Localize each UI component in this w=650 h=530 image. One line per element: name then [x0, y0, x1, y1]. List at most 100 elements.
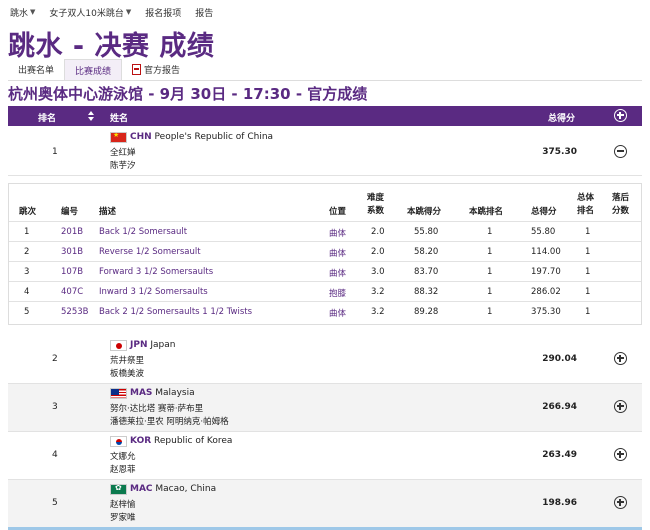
team-country: JPN Japan [130, 340, 175, 350]
dive-row: 5 5253B Back 2 1/2 Somersaults 1 1/2 Twi… [9, 301, 641, 321]
tab-official-report[interactable]: 官方报告 [122, 59, 190, 80]
nav-reports-label: 报告 [195, 8, 214, 19]
nav-event-dropdown[interactable]: 女子双人10米跳台 ▼ [49, 5, 131, 19]
col-round-rank: 本跳排名 [469, 207, 504, 217]
team-total: 290.04 [542, 354, 577, 364]
col-position: 位置 [329, 207, 347, 217]
dive-score: 55.80 [414, 227, 439, 237]
col-score: 本跳得分 [407, 207, 442, 217]
top-nav: 跳水 ▼ 女子双人10米跳台 ▼ 报名报项 报告 [10, 5, 213, 19]
nav-sport-dropdown[interactable]: 跳水 ▼ [10, 5, 35, 19]
athlete-name: 全红婵 [110, 148, 136, 158]
dive-position: 曲体 [329, 269, 347, 279]
dive-description: Inward 3 1/2 Somersaults [99, 287, 208, 297]
collapse-icon[interactable] [614, 145, 627, 158]
col-overall-rank-2: 排名 [577, 206, 595, 216]
dive-number: 5253B [61, 307, 89, 317]
athlete-name: 文娜允 [110, 452, 136, 462]
tab-results[interactable]: 比赛成绩 [64, 59, 123, 80]
tab-start-list[interactable]: 出赛名单 [8, 59, 64, 80]
athlete-name: 陈芋汐 [110, 161, 136, 171]
dive-position: 曲体 [329, 309, 347, 319]
dive-round: 2 [24, 247, 30, 257]
expand-icon[interactable] [614, 400, 627, 413]
dive-round-rank: 1 [487, 267, 493, 277]
nav-event-label: 女子双人10米跳台 [49, 8, 124, 19]
dive-number: 301B [61, 247, 84, 257]
team-rank: 2 [52, 354, 58, 364]
dive-row: 1 201B Back 1/2 Somersault 曲体 2.0 55.80 … [9, 221, 641, 241]
nav-entries-link[interactable]: 报名报项 [145, 5, 181, 19]
dive-overall-rank: 1 [585, 227, 591, 237]
dive-position: 曲体 [329, 229, 347, 239]
athlete-name: 荒井祭里 [110, 356, 145, 366]
dive-total: 114.00 [531, 247, 561, 257]
dive-overall-rank: 1 [585, 267, 591, 277]
team-code: JPN [130, 340, 148, 350]
page-title: 跳水 - 决赛 成绩 [8, 31, 215, 62]
header-name: 姓名 [110, 114, 129, 124]
dive-number: 407C [61, 287, 84, 297]
dive-difficulty: 3.0 [371, 267, 385, 277]
team-country: MAC Macao, China [130, 484, 216, 494]
tab-results-label: 比赛成绩 [75, 66, 112, 77]
team-country-name: Macao, China [155, 484, 217, 494]
athlete-name: 板橋美波 [110, 369, 145, 379]
col-round: 跳次 [19, 207, 37, 217]
dive-number: 107B [61, 267, 84, 277]
team-rank: 1 [52, 147, 58, 157]
team-country: MAS Malaysia [130, 388, 195, 398]
expand-icon[interactable] [614, 496, 627, 509]
dive-overall-rank: 1 [585, 287, 591, 297]
tab-start-list-label: 出赛名单 [18, 66, 55, 76]
team-code: KOR [130, 436, 152, 446]
team-row: 3 MAS Malaysia 努尔·达比塔 赛蒂·萨布里 潘德莱拉·里农 阿明纳… [8, 384, 642, 432]
dive-detail-table: 跳次 编号 描述 位置 难度 系数 本跳得分 本跳排名 总得分 总体 排名 落后… [8, 183, 642, 325]
team-row: 2 JPN Japan 荒井祭里 板橋美波 290.04 [8, 336, 642, 384]
results-header: 排名 姓名 总得分 [8, 106, 642, 126]
dive-overall-rank: 1 [585, 307, 591, 317]
expand-all-icon[interactable] [614, 109, 627, 122]
header-rank: 排名 [38, 114, 57, 124]
expand-icon[interactable] [614, 352, 627, 365]
col-difficulty-1: 难度 [367, 193, 385, 203]
dive-round-rank: 1 [487, 307, 493, 317]
team-row: 4 KOR Republic of Korea 文娜允 赵恩菲 263.49 [8, 432, 642, 480]
header-total: 总得分 [548, 114, 576, 124]
dive-overall-rank: 1 [585, 247, 591, 257]
dive-position: 曲体 [329, 249, 347, 259]
dive-round: 1 [24, 227, 30, 237]
team-row: 5 MAC Macao, China 赵梓愉 罗家唯 198.96 [8, 480, 642, 527]
dive-round: 3 [24, 267, 30, 277]
sort-icon[interactable] [88, 111, 95, 121]
nav-entries-label: 报名报项 [145, 8, 182, 19]
team-rank: 4 [52, 450, 58, 460]
team-total: 198.96 [542, 498, 577, 508]
dive-round-rank: 1 [487, 227, 493, 237]
dive-difficulty: 3.2 [371, 307, 385, 317]
team-row: 1 CHN People's Republic of China 全红婵 陈芋汐… [8, 126, 642, 176]
dive-round: 4 [24, 287, 30, 297]
caret-down-icon: ▼ [30, 8, 36, 16]
col-difficulty-2: 系数 [367, 206, 385, 216]
flag-icon [110, 484, 127, 495]
dive-number: 201B [61, 227, 84, 237]
team-code: CHN [130, 132, 152, 142]
col-number: 编号 [61, 207, 79, 217]
tab-bar: 出赛名单 比赛成绩 官方报告 [8, 59, 642, 81]
team-country-name: Republic of Korea [154, 436, 233, 446]
dive-total: 375.30 [531, 307, 561, 317]
col-total: 总得分 [531, 207, 557, 217]
athlete-name: 赵恩菲 [110, 465, 136, 475]
nav-reports-link[interactable]: 报告 [195, 5, 213, 19]
dive-total: 197.70 [531, 267, 561, 277]
venue-subtitle: 杭州奥体中心游泳馆 - 9月 30日 - 17:30 - 官方成绩 [8, 85, 368, 103]
dive-description: Reverse 1/2 Somersault [99, 247, 201, 257]
flag-icon [110, 132, 127, 143]
team-country: CHN People's Republic of China [130, 132, 273, 142]
team-country-name: Malaysia [155, 388, 195, 398]
athlete-name: 罗家唯 [110, 513, 136, 523]
dive-row: 3 107B Forward 3 1/2 Somersaults 曲体 3.0 … [9, 261, 641, 281]
expand-icon[interactable] [614, 448, 627, 461]
dive-round: 5 [24, 307, 30, 317]
